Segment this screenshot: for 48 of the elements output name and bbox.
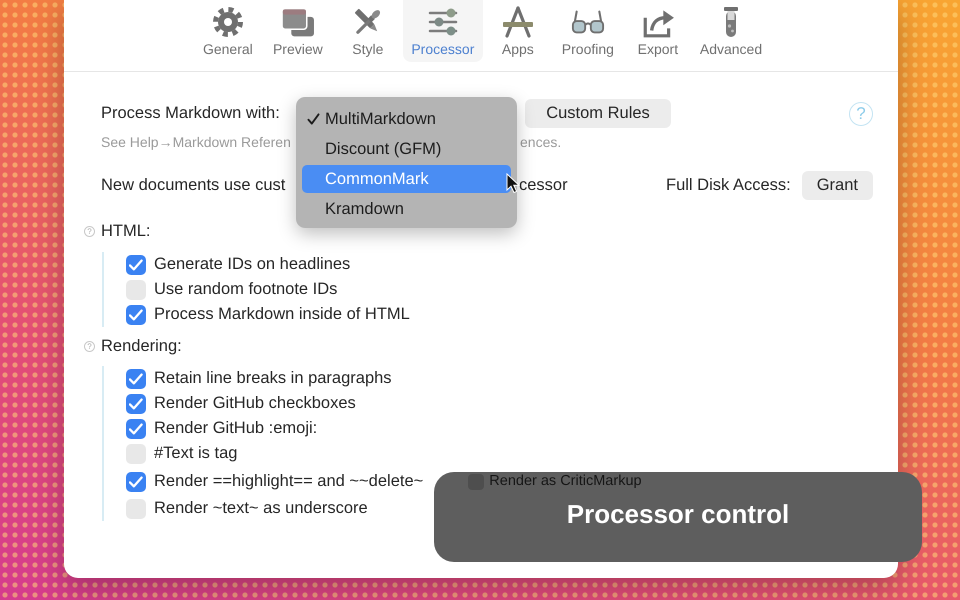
checkbox-label[interactable]: Render ~text~ as underscore — [154, 496, 368, 521]
check-icon — [129, 476, 143, 488]
section-title: HTML: — [101, 220, 150, 242]
checkbox[interactable] — [126, 394, 146, 414]
description-text: cessor — [519, 175, 568, 196]
help-text: ences. — [520, 132, 562, 152]
field-label: Process Markdown with: — [101, 103, 281, 124]
checkbox[interactable] — [126, 472, 146, 492]
check-icon — [129, 258, 143, 270]
a-shape-icon — [500, 6, 535, 38]
checkbox-label[interactable]: Retain line breaks in paragraphs — [154, 366, 392, 391]
checkbox-label[interactable]: Process Markdown inside of HTML — [154, 302, 410, 327]
toolbar-tab[interactable]: Preview — [262, 0, 333, 62]
section-title: Rendering: — [101, 336, 182, 357]
checkbox[interactable] — [126, 418, 146, 438]
toolbar-tab[interactable]: Style — [332, 0, 403, 62]
toolbar-tab[interactable]: Apps — [482, 0, 553, 62]
gear-icon — [210, 6, 245, 38]
checkbox-label[interactable]: Use random footnote IDs — [154, 277, 338, 302]
check-icon — [307, 113, 320, 125]
menu-item[interactable]: Discount (GFM) — [302, 134, 511, 164]
description-text: New documents use cust — [101, 175, 286, 196]
checkbox[interactable] — [126, 368, 146, 388]
checkbox-label[interactable]: Generate IDs on headlines — [154, 252, 350, 277]
mouse-pointer-icon — [506, 173, 520, 194]
checkbox-label[interactable]: Render ==highlight== and ~~delete~ — [154, 469, 424, 494]
toolbar-tab[interactable]: Export — [622, 0, 693, 62]
check-icon — [129, 398, 143, 410]
check-icon — [129, 422, 143, 434]
grant-button[interactable]: Grant — [802, 171, 873, 200]
toolbar-tab[interactable]: General — [192, 0, 263, 62]
toolbar-tab[interactable]: Processor — [402, 0, 483, 62]
checkbox[interactable] — [126, 254, 146, 274]
field-label: Full Disk Access: — [666, 175, 791, 196]
windows-icon — [280, 6, 315, 38]
checkbox-label[interactable]: #Text is tag — [154, 441, 238, 466]
help-text: See Help→Markdown Referen — [101, 132, 292, 152]
menu-item[interactable]: Kramdown — [302, 194, 511, 224]
checkbox[interactable] — [126, 304, 146, 324]
checkbox-label[interactable]: Render GitHub checkboxes — [154, 391, 356, 416]
checkbox[interactable] — [468, 474, 484, 490]
check-icon — [129, 308, 143, 320]
checkbox-label[interactable]: Render GitHub :emoji: — [154, 416, 318, 441]
toolbar-tab[interactable]: Proofing — [552, 0, 623, 62]
toolbar-tab[interactable]: Advanced — [692, 0, 770, 62]
menu-item[interactable]: MultiMarkdown — [302, 104, 511, 134]
custom-rules-button[interactable]: Custom Rules — [525, 99, 671, 128]
check-icon — [129, 372, 143, 384]
